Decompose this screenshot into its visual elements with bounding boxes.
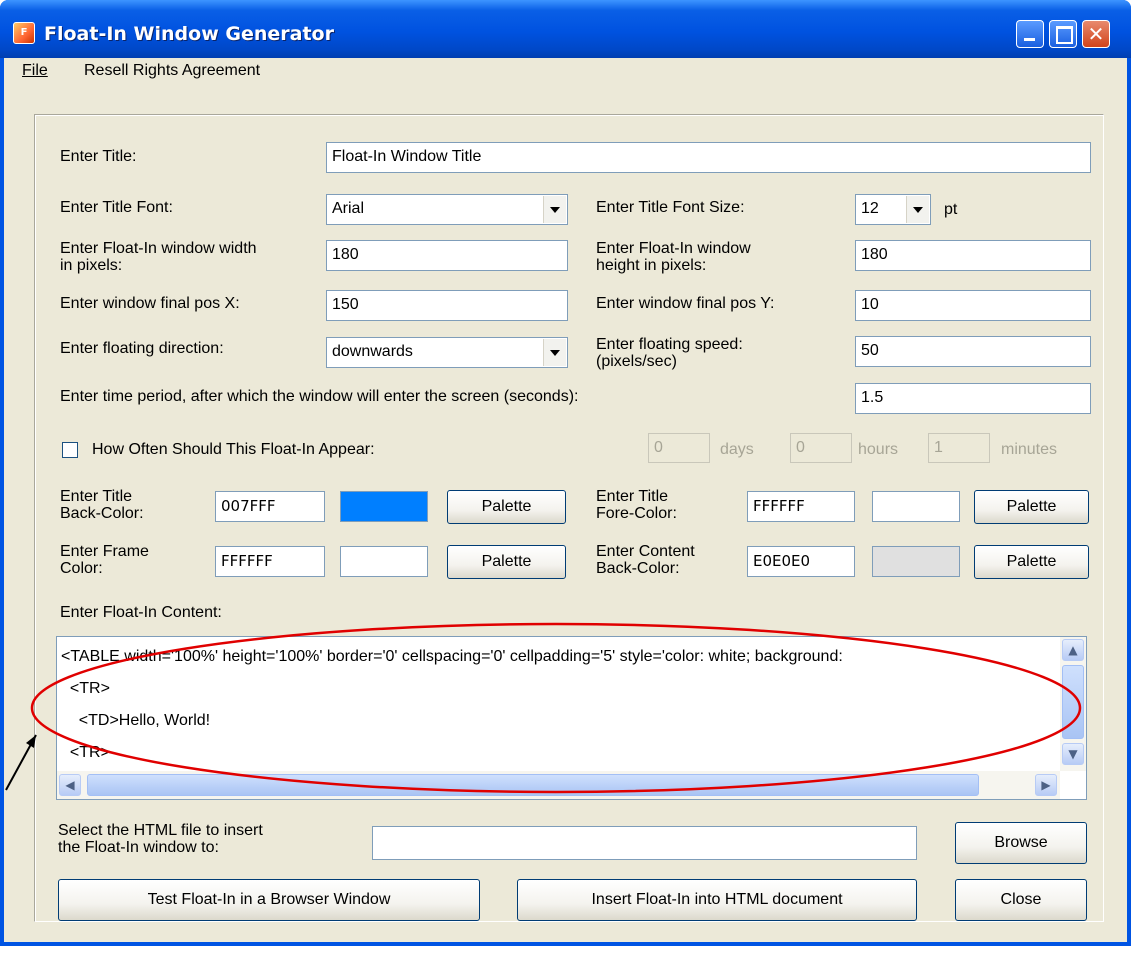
title-font-size-value: 12 — [861, 200, 879, 217]
frame-color-swatch — [340, 546, 428, 577]
period-label: Enter time period, after which the windo… — [60, 388, 579, 405]
pos-y-label: Enter window final pos Y: — [596, 295, 775, 312]
content-text[interactable]: <TABLE width='100%' height='100%' border… — [61, 641, 1056, 771]
content-label: Enter Float-In Content: — [60, 604, 222, 621]
minutes-label: minutes — [1001, 441, 1058, 458]
scroll-right-icon[interactable]: ▶ — [1035, 774, 1057, 796]
scroll-up-icon[interactable]: ▲ — [1062, 639, 1084, 661]
title-font-select[interactable]: Arial — [326, 194, 568, 225]
minutes-input[interactable]: 1 — [928, 433, 990, 463]
title-font-value: Arial — [332, 200, 365, 217]
browse-button[interactable]: Browse — [955, 822, 1087, 864]
test-float-in-button[interactable]: Test Float-In in a Browser Window — [58, 879, 480, 921]
menu-file[interactable]: File — [22, 62, 48, 80]
chevron-down-icon[interactable] — [543, 196, 566, 223]
content-back-palette-button[interactable]: Palette — [974, 545, 1089, 579]
how-often-checkbox[interactable] — [62, 442, 78, 458]
content-back-color-input[interactable]: E0E0E0 — [747, 546, 855, 577]
close-button[interactable]: Close — [955, 879, 1087, 921]
how-often-label: How Often Should This Float-In Appear: — [92, 441, 375, 458]
vertical-scroll-thumb[interactable] — [1062, 665, 1084, 739]
title-back-color-label: Enter Title Back-Color: — [60, 488, 144, 522]
hours-input[interactable]: 0 — [790, 433, 852, 463]
speed-label: Enter floating speed: (pixels/sec) — [596, 336, 743, 370]
chevron-down-icon[interactable] — [906, 196, 929, 223]
html-file-label: Select the HTML file to insert the Float… — [58, 822, 263, 856]
frame-color-label: Enter Frame Color: — [60, 543, 149, 577]
chevron-down-icon[interactable] — [543, 339, 566, 366]
scroll-down-icon[interactable]: ▼ — [1062, 743, 1084, 765]
app-icon[interactable]: F — [13, 22, 35, 44]
vertical-scrollbar[interactable]: ▲ ▼ — [1060, 637, 1086, 771]
width-label: Enter Float-In window width in pixels: — [60, 240, 257, 274]
horizontal-scroll-thumb[interactable] — [87, 774, 979, 796]
title-font-label: Enter Title Font: — [60, 199, 173, 216]
height-input[interactable]: 180 — [855, 240, 1091, 271]
days-input[interactable]: 0 — [648, 433, 710, 463]
menu-resell-rights[interactable]: Resell Rights Agreement — [84, 62, 260, 80]
minimize-button[interactable] — [1016, 20, 1044, 48]
period-input[interactable]: 1.5 — [855, 383, 1091, 414]
html-file-input[interactable] — [372, 826, 917, 860]
days-label: days — [720, 441, 754, 458]
pos-x-input[interactable]: 150 — [326, 290, 568, 321]
maximize-button[interactable] — [1049, 20, 1077, 48]
title-bar[interactable]: F Float-In Window Generator ✕ — [0, 0, 1131, 58]
insert-float-in-button[interactable]: Insert Float-In into HTML document — [517, 879, 917, 921]
title-input[interactable]: Float-In Window Title — [326, 142, 1091, 173]
title-font-size-select[interactable]: 12 — [855, 194, 931, 225]
window-title: Float-In Window Generator — [44, 23, 334, 45]
direction-value: downwards — [332, 343, 413, 360]
frame-color-input[interactable]: FFFFFF — [215, 546, 325, 577]
title-back-palette-button[interactable]: Palette — [447, 490, 566, 524]
title-fore-color-swatch — [872, 491, 960, 522]
height-label: Enter Float-In window height in pixels: — [596, 240, 751, 274]
content-back-color-label: Enter Content Back-Color: — [596, 543, 695, 577]
pos-y-input[interactable]: 10 — [855, 290, 1091, 321]
title-font-size-label: Enter Title Font Size: — [596, 199, 745, 216]
direction-label: Enter floating direction: — [60, 340, 224, 357]
menu-bar: File Resell Rights Agreement — [4, 58, 1127, 88]
title-fore-color-input[interactable]: FFFFFF — [747, 491, 855, 522]
frame-palette-button[interactable]: Palette — [447, 545, 566, 579]
close-window-button[interactable]: ✕ — [1082, 20, 1110, 48]
horizontal-scrollbar[interactable]: ◀ ▶ — [57, 771, 1060, 799]
content-back-color-swatch — [872, 546, 960, 577]
scroll-left-icon[interactable]: ◀ — [59, 774, 81, 796]
title-back-color-swatch — [340, 491, 428, 522]
title-fore-color-label: Enter Title Fore-Color: — [596, 488, 677, 522]
title-back-color-input[interactable]: 007FFF — [215, 491, 325, 522]
speed-input[interactable]: 50 — [855, 336, 1091, 367]
title-label: Enter Title: — [60, 148, 137, 165]
hours-label: hours — [858, 441, 899, 458]
width-input[interactable]: 180 — [326, 240, 568, 271]
pos-x-label: Enter window final pos X: — [60, 295, 240, 312]
content-textarea[interactable]: <TABLE width='100%' height='100%' border… — [56, 636, 1087, 800]
title-fore-palette-button[interactable]: Palette — [974, 490, 1089, 524]
direction-select[interactable]: downwards — [326, 337, 568, 368]
font-size-unit: pt — [944, 201, 958, 218]
close-icon: ✕ — [1087, 22, 1105, 46]
